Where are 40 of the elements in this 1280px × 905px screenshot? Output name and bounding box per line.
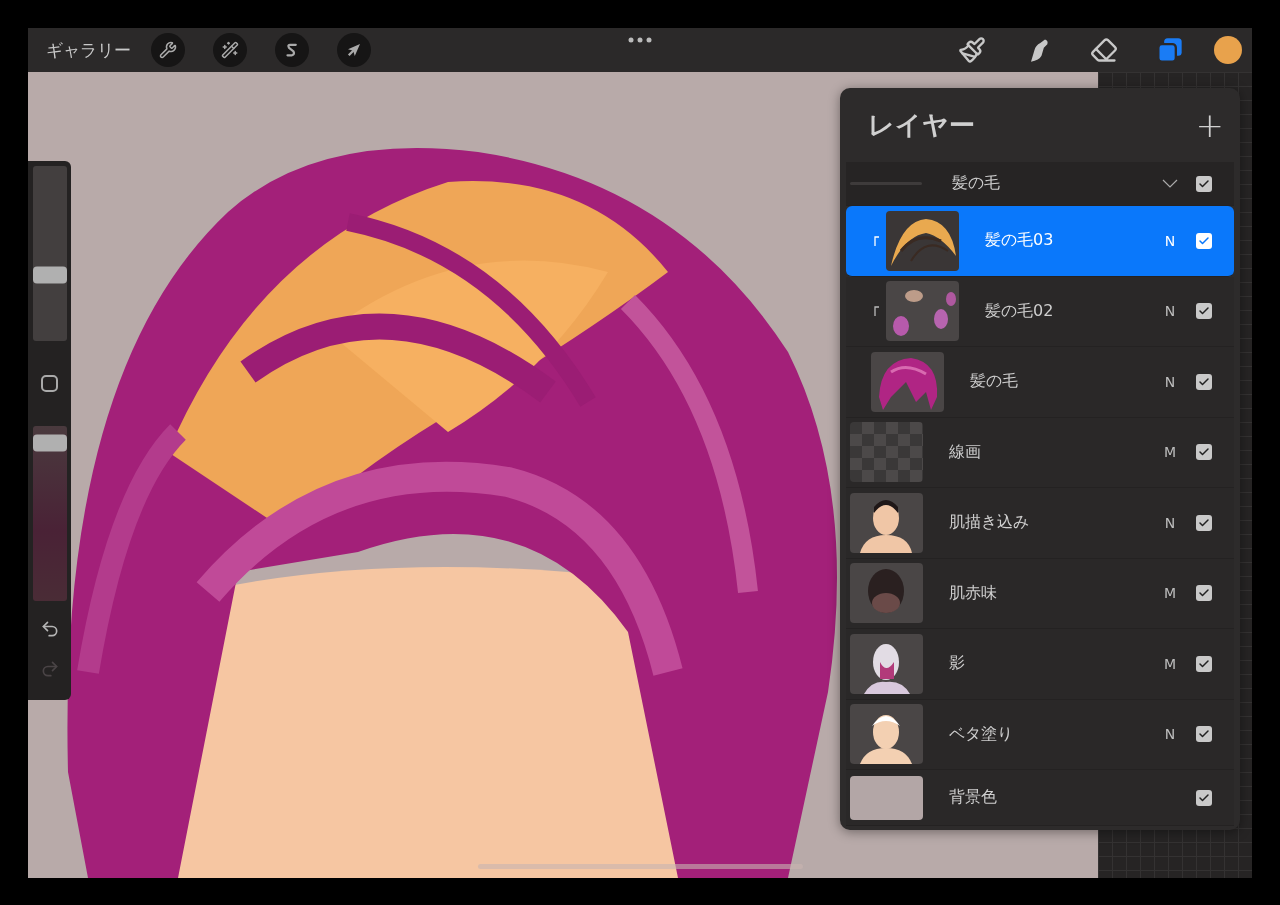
visibility-checkbox[interactable] [1196, 373, 1212, 390]
expand-button[interactable] [1162, 179, 1178, 188]
more-icon[interactable] [628, 37, 652, 43]
check-icon [1198, 791, 1210, 804]
magic-wand-icon [221, 41, 239, 59]
visibility-checkbox[interactable] [1196, 655, 1212, 672]
blend-mode[interactable]: N [1158, 232, 1182, 249]
wand-button[interactable] [213, 33, 247, 67]
wrench-button[interactable] [151, 33, 185, 67]
chevron-down-icon [1162, 179, 1178, 188]
visibility-checkbox[interactable] [1196, 789, 1212, 806]
blend-mode[interactable]: M [1158, 585, 1182, 602]
visibility-checkbox[interactable] [1196, 585, 1212, 602]
color-button[interactable] [1214, 36, 1242, 64]
visibility-checkbox[interactable] [1196, 232, 1212, 249]
visibility-checkbox[interactable] [1196, 303, 1212, 320]
blend-mode[interactable]: N [1158, 303, 1182, 320]
wrench-icon [159, 41, 177, 59]
check-icon [1198, 375, 1210, 388]
check-icon [1198, 234, 1210, 247]
blend-mode[interactable]: M [1158, 655, 1182, 672]
selection-button[interactable] [275, 33, 309, 67]
blend-mode[interactable]: N [1158, 726, 1182, 743]
check-icon [1198, 516, 1210, 529]
add-layer-button[interactable]: + [1195, 108, 1224, 142]
transform-button[interactable] [337, 33, 371, 67]
layers-icon [1156, 36, 1184, 64]
arrow-cursor-icon [345, 41, 363, 59]
check-icon [1198, 177, 1210, 190]
blend-mode[interactable]: N [1158, 514, 1182, 531]
blend-mode[interactable]: N [1158, 373, 1182, 390]
visibility-checkbox[interactable] [1196, 514, 1212, 531]
visibility-checkbox[interactable] [1196, 175, 1212, 192]
gallery-link[interactable]: ギャラリー [46, 38, 131, 62]
blend-mode[interactable]: M [1158, 444, 1182, 461]
eraser-icon [1090, 36, 1118, 64]
visibility-checkbox[interactable] [1196, 726, 1212, 743]
check-icon [1198, 657, 1210, 670]
brush-icon [958, 36, 986, 64]
visibility-checkbox[interactable] [1196, 444, 1212, 461]
